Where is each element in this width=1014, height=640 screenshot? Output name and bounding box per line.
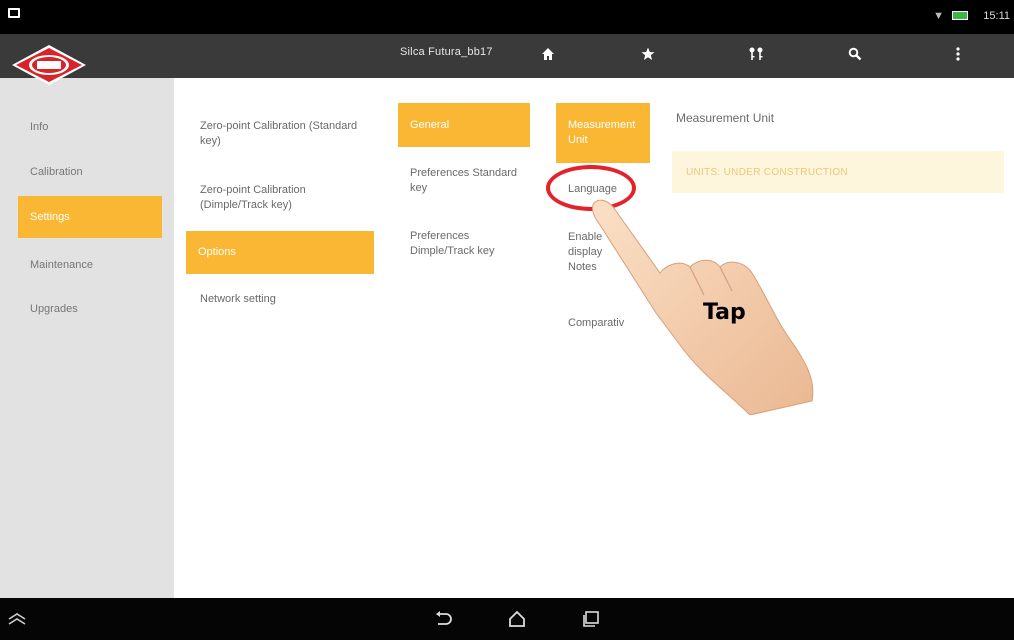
back-icon[interactable] bbox=[426, 604, 460, 634]
notification-icon bbox=[8, 8, 20, 18]
under-construction-notice: UNITS: UNDER CONSTRUCTION bbox=[672, 151, 1004, 193]
status-bar: ▼ 15:11 bbox=[0, 0, 1014, 34]
menu-item-network-setting[interactable]: Network setting bbox=[188, 289, 368, 309]
home-nav-icon[interactable] bbox=[500, 604, 534, 634]
battery-icon bbox=[952, 11, 968, 20]
wifi-icon: ▼ bbox=[933, 10, 944, 22]
menu-item-zero-point-dimple[interactable]: Zero-point Calibration (Dimple/Track key… bbox=[188, 180, 368, 216]
silca-logo bbox=[12, 45, 86, 85]
menu-item-zero-point-standard[interactable]: Zero-point Calibration (Standard key) bbox=[188, 116, 368, 152]
menu-item-general[interactable]: General bbox=[398, 103, 530, 147]
status-clock: 15:11 bbox=[983, 10, 1010, 22]
menu-item-preferences-standard[interactable]: Preferences Standard key bbox=[398, 163, 530, 199]
sidebar-item-maintenance[interactable]: Maintenance bbox=[18, 244, 162, 286]
sidebar-item-info[interactable]: Info bbox=[18, 106, 162, 148]
home-icon[interactable] bbox=[536, 42, 560, 66]
sidebar-item-upgrades[interactable]: Upgrades bbox=[18, 288, 162, 330]
keys-icon[interactable] bbox=[744, 42, 768, 66]
sidebar-item-settings[interactable]: Settings bbox=[18, 196, 162, 238]
menu-item-measurement-unit[interactable]: Measurement Unit bbox=[556, 103, 650, 163]
sidebar-item-calibration[interactable]: Calibration bbox=[18, 151, 162, 193]
menu-item-preferences-dimple[interactable]: Preferences Dimple/Track key bbox=[398, 226, 530, 262]
search-icon[interactable] bbox=[843, 42, 867, 66]
star-icon[interactable] bbox=[636, 42, 660, 66]
device-name: Silca Futura_bb17 bbox=[400, 46, 493, 58]
overflow-menu-icon[interactable] bbox=[946, 42, 970, 66]
app-drawer-icon[interactable] bbox=[0, 604, 34, 634]
recent-apps-icon[interactable] bbox=[574, 604, 608, 634]
menu-item-options[interactable]: Options bbox=[186, 231, 374, 274]
detail-panel-title: Measurement Unit bbox=[676, 111, 775, 125]
tap-instruction-label: Tap bbox=[703, 300, 746, 325]
